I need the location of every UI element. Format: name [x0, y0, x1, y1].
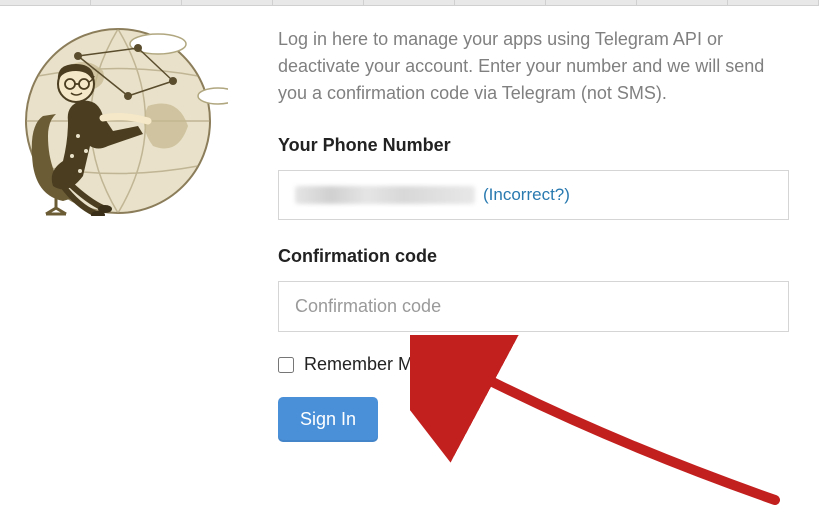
remember-label[interactable]: Remember Me [304, 354, 423, 375]
main-container: Log in here to manage your apps using Te… [0, 6, 819, 442]
code-label: Confirmation code [278, 246, 789, 267]
intro-text: Log in here to manage your apps using Te… [278, 26, 789, 107]
signin-button[interactable]: Sign In [278, 397, 378, 442]
illustration-panel [0, 16, 260, 442]
remember-row: Remember Me [278, 354, 789, 375]
phone-number-redacted [295, 186, 475, 204]
phone-label: Your Phone Number [278, 135, 789, 156]
phone-display: (Incorrect?) [278, 170, 789, 220]
telegram-operator-illustration [8, 26, 228, 206]
login-form: Log in here to manage your apps using Te… [260, 16, 819, 442]
remember-checkbox[interactable] [278, 357, 294, 373]
confirmation-code-input[interactable] [278, 281, 789, 332]
incorrect-link[interactable]: (Incorrect?) [483, 185, 570, 205]
